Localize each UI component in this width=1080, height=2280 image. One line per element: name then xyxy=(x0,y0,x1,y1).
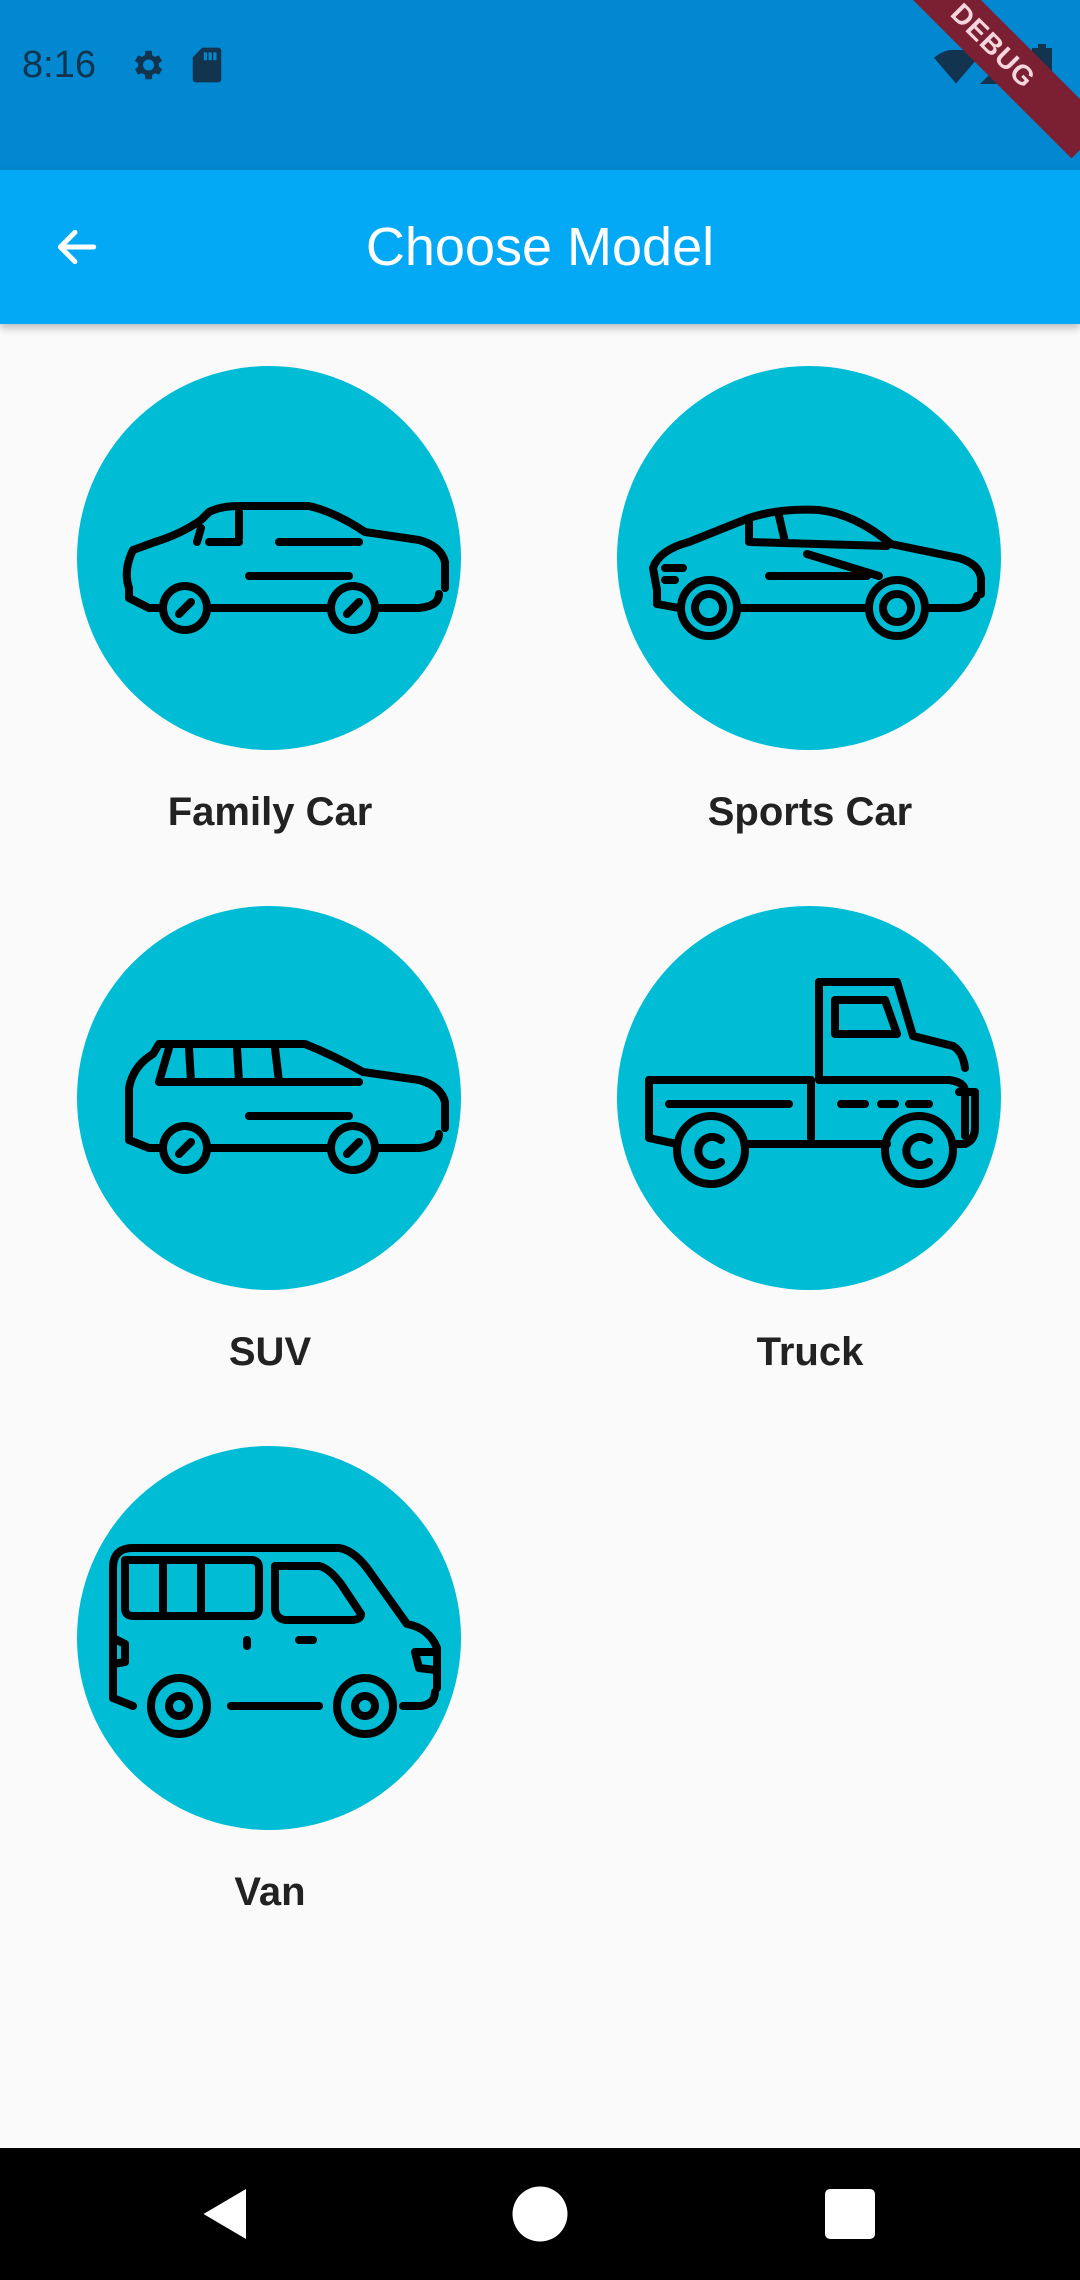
model-label: Truck xyxy=(756,1330,864,1374)
back-triangle-icon xyxy=(203,2189,246,2239)
sd-card-icon xyxy=(190,46,224,89)
page-title: Choose Model xyxy=(365,217,715,277)
arrow-left-icon xyxy=(57,229,97,265)
pickup-truck-icon xyxy=(645,978,979,1188)
model-circle[interactable] xyxy=(617,366,1001,750)
system-nav-bar xyxy=(0,2148,1080,2280)
model-circle[interactable] xyxy=(77,366,461,750)
model-label: SUV xyxy=(228,1330,312,1374)
model-label: Sports Car xyxy=(707,790,913,834)
home-circle-icon xyxy=(512,2186,568,2242)
model-circle[interactable] xyxy=(617,906,1001,1290)
model-tile-family-car[interactable]: Family Car xyxy=(0,324,540,864)
model-label: Family Car xyxy=(167,790,373,834)
status-time: 8:16 xyxy=(22,44,96,86)
gear-icon xyxy=(128,46,166,89)
model-tile-sports-car[interactable]: Sports Car xyxy=(540,324,1080,864)
model-tile-van[interactable]: Van xyxy=(0,1404,540,1944)
model-circle[interactable] xyxy=(77,906,461,1290)
van-icon xyxy=(109,1544,441,1738)
model-tile-truck[interactable]: Truck xyxy=(540,864,1080,1404)
suv-icon xyxy=(125,1040,449,1174)
model-circle[interactable] xyxy=(77,1446,461,1830)
status-bar: 8:16 DEBUG xyxy=(0,0,1080,170)
nav-home-button[interactable] xyxy=(510,2184,570,2244)
back-button[interactable] xyxy=(38,208,116,286)
model-tile-suv[interactable]: SUV xyxy=(0,864,540,1404)
nav-back-button[interactable] xyxy=(196,2184,256,2244)
model-label: Van xyxy=(234,1870,306,1914)
sedan-icon xyxy=(122,502,449,634)
recents-square-icon xyxy=(825,2189,875,2239)
app-bar: Choose Model xyxy=(0,170,1080,324)
sports-car-icon xyxy=(649,505,985,640)
nav-recents-button[interactable] xyxy=(820,2184,880,2244)
